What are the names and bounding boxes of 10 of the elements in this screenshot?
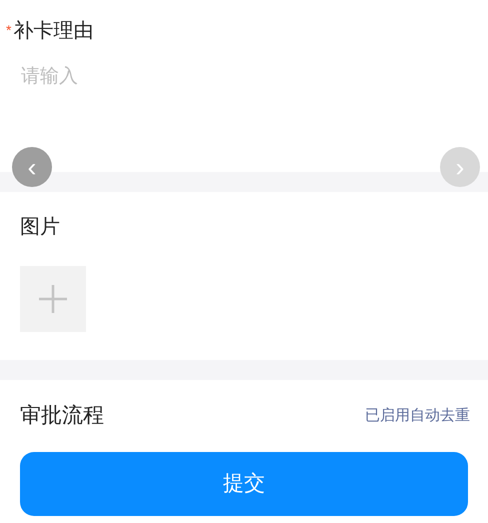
dedup-note: 已启用自动去重 xyxy=(365,406,470,426)
field-label: 审批流程 xyxy=(20,403,104,429)
field-label: 图片 xyxy=(20,215,61,240)
field-label: 补卡理由 xyxy=(13,19,94,44)
upload-button[interactable] xyxy=(20,266,86,332)
next-button[interactable]: › xyxy=(440,147,480,187)
required-mark: * xyxy=(6,21,12,40)
previous-button[interactable]: ‹ xyxy=(12,147,52,187)
submit-button[interactable]: 提交 xyxy=(20,452,468,516)
plus-icon xyxy=(38,284,68,314)
